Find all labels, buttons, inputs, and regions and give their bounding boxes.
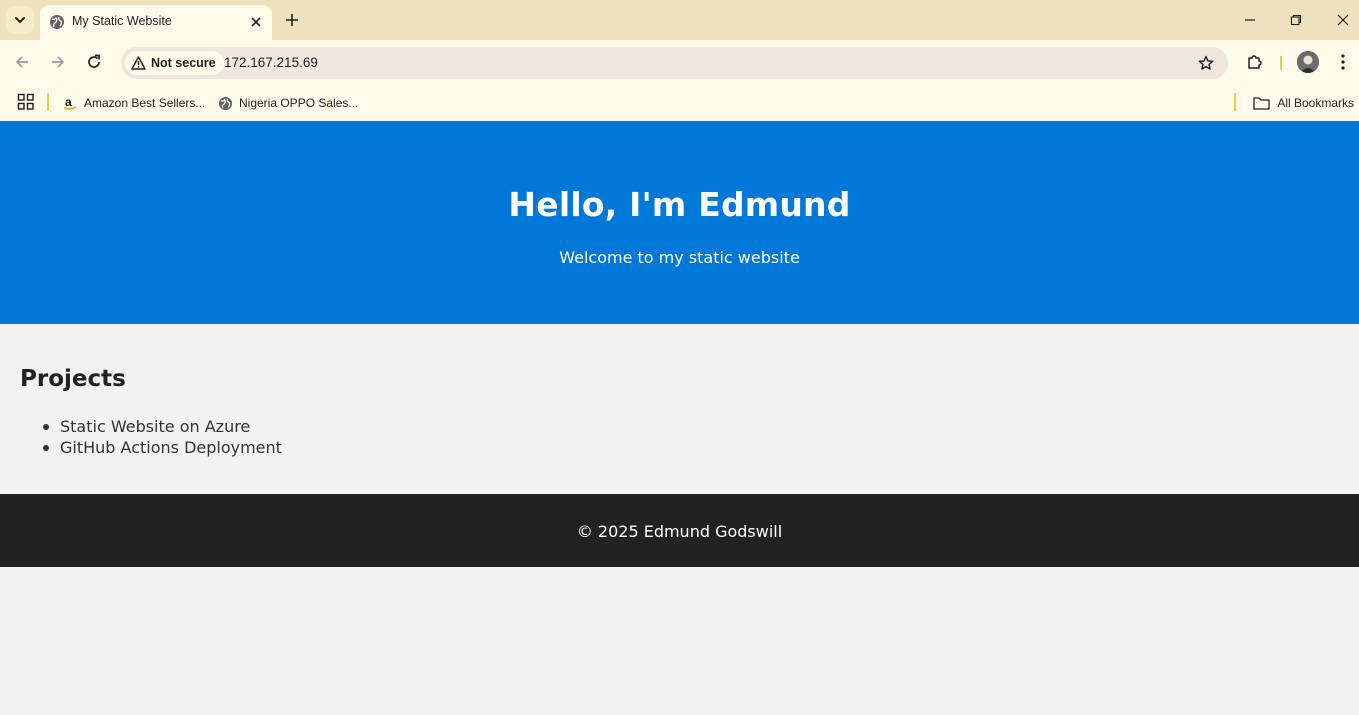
restore-icon bbox=[1290, 14, 1302, 26]
projects-section: Projects Static Website on Azure GitHub … bbox=[20, 366, 282, 457]
new-tab-button[interactable] bbox=[282, 10, 302, 30]
minimize-icon bbox=[1245, 19, 1255, 21]
toolbar-divider bbox=[1280, 56, 1282, 70]
close-icon bbox=[251, 17, 261, 27]
active-tab[interactable]: My Static Website bbox=[40, 5, 272, 40]
address-bar[interactable]: Not secure 172.167.215.69 bbox=[121, 47, 1228, 79]
all-bookmarks-button[interactable]: All Bookmarks bbox=[1253, 91, 1354, 115]
bookmark-star-button[interactable] bbox=[1196, 53, 1216, 73]
extensions-button[interactable] bbox=[1243, 50, 1267, 74]
bookmarks-divider bbox=[1234, 93, 1236, 111]
projects-list: Static Website on Azure GitHub Actions D… bbox=[40, 416, 440, 458]
tab-close-button[interactable] bbox=[247, 13, 265, 31]
browser-menu-button[interactable] bbox=[1333, 50, 1353, 74]
tab-title: My Static Website bbox=[72, 14, 172, 28]
hero-title: Hello, I'm Edmund bbox=[508, 185, 851, 224]
bookmark-label: Amazon Best Sellers... bbox=[84, 96, 206, 110]
page-footer: © 2025 Edmund Godswill bbox=[0, 494, 1359, 567]
bookmarks-divider bbox=[47, 93, 49, 111]
folder-icon bbox=[1253, 97, 1270, 110]
star-icon bbox=[1198, 55, 1214, 70]
arrow-left-icon bbox=[15, 56, 28, 68]
security-label: Not secure bbox=[151, 56, 216, 70]
restore-button[interactable] bbox=[1284, 8, 1308, 32]
puzzle-icon bbox=[1248, 55, 1262, 69]
footer-text: © 2025 Edmund Godswill bbox=[576, 522, 783, 541]
bookmark-label: Nigeria OPPO Sales... bbox=[239, 96, 359, 110]
browser-toolbar: Not secure 172.167.215.69 bbox=[0, 40, 1359, 85]
url-text[interactable]: 172.167.215.69 bbox=[224, 55, 318, 70]
more-vertical-icon bbox=[1341, 54, 1345, 70]
chevron-down-icon bbox=[15, 17, 25, 24]
list-item: Static Website on Azure bbox=[40, 416, 440, 437]
hero-subtitle: Welcome to my static website bbox=[559, 248, 800, 267]
back-button[interactable] bbox=[10, 50, 34, 74]
plus-icon bbox=[286, 14, 298, 26]
list-item: GitHub Actions Deployment bbox=[40, 437, 440, 458]
tab-strip: My Static Website bbox=[0, 0, 1359, 40]
security-chip[interactable]: Not secure bbox=[125, 51, 224, 75]
close-window-button[interactable] bbox=[1331, 8, 1355, 32]
all-bookmarks-label: All Bookmarks bbox=[1277, 96, 1354, 110]
profile-avatar[interactable] bbox=[1297, 51, 1319, 73]
projects-heading: Projects bbox=[20, 366, 126, 392]
reload-icon bbox=[88, 54, 100, 68]
forward-button[interactable] bbox=[46, 50, 70, 74]
hero-header: Hello, I'm Edmund Welcome to my static w… bbox=[0, 121, 1359, 324]
warning-icon bbox=[131, 56, 146, 70]
arrow-right-icon bbox=[52, 56, 65, 68]
apps-grid-icon[interactable] bbox=[17, 93, 35, 111]
bookmark-nigeria-oppo[interactable]: Nigeria OPPO Sales... bbox=[218, 91, 358, 115]
amazon-icon: a bbox=[63, 95, 77, 110]
reload-button[interactable] bbox=[82, 50, 106, 74]
bookmark-amazon[interactable]: a Amazon Best Sellers... bbox=[62, 91, 205, 115]
web-page: Hello, I'm Edmund Welcome to my static w… bbox=[0, 121, 1359, 715]
close-icon bbox=[1337, 14, 1349, 26]
svg-text:a: a bbox=[65, 95, 72, 109]
bookmarks-bar: a Amazon Best Sellers... Nigeria OPPO Sa… bbox=[0, 85, 1359, 121]
globe-icon bbox=[50, 15, 64, 29]
globe-icon bbox=[218, 96, 233, 110]
tab-search-button[interactable] bbox=[6, 6, 34, 34]
avatar-icon bbox=[1297, 51, 1319, 73]
minimize-button[interactable] bbox=[1238, 8, 1262, 32]
